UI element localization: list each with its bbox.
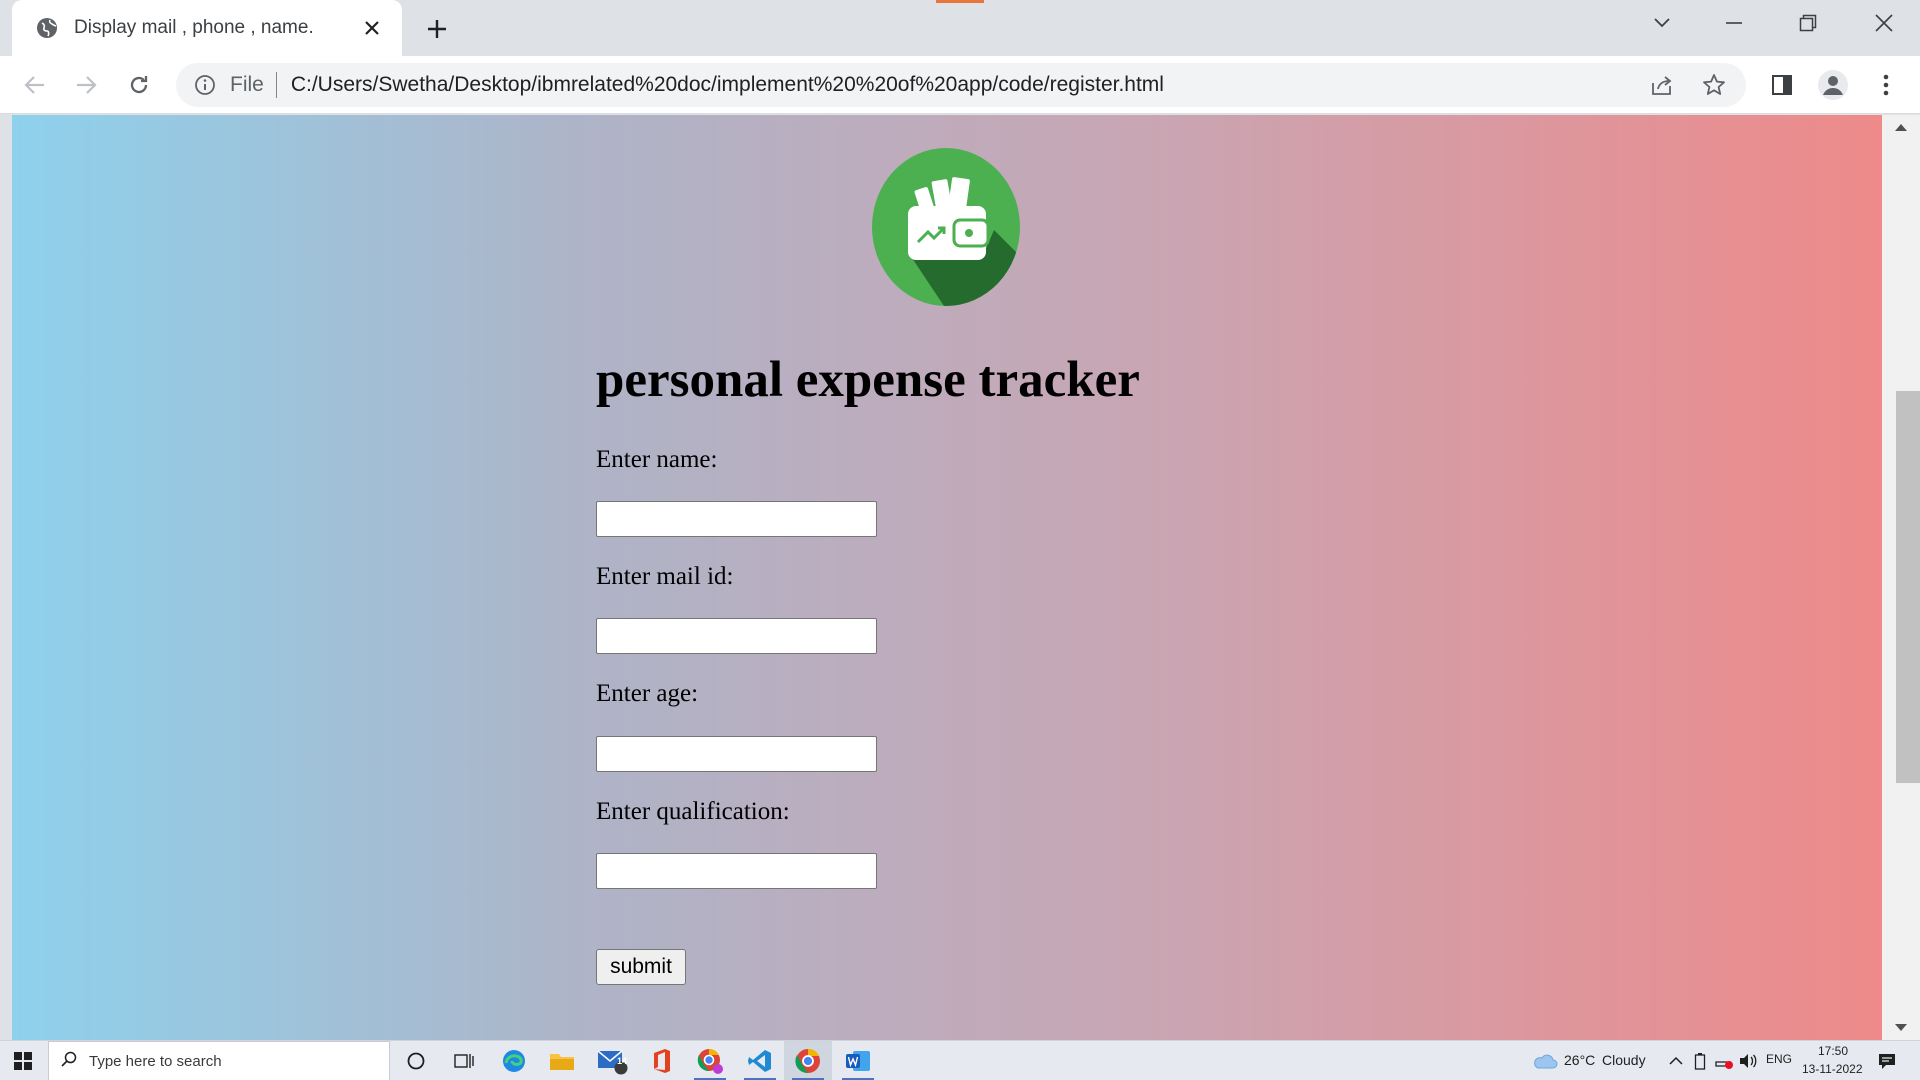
scroll-down-icon[interactable]	[1882, 1016, 1920, 1040]
age-label: Enter age:	[596, 680, 699, 707]
reload-button[interactable]	[121, 67, 157, 103]
url-text[interactable]: C:/Users/Swetha/Desktop/ibmrelated%20doc…	[291, 73, 1164, 97]
page-viewport: personal expense tracker Enter name: Ent…	[12, 115, 1882, 1040]
plus-icon	[428, 20, 446, 38]
taskbar: Type here to search 14 26°C Cloudy ENG 1…	[0, 1040, 1920, 1080]
close-tab-icon[interactable]	[358, 14, 386, 42]
tab-title: Display mail , phone , name.	[74, 17, 314, 38]
word-icon[interactable]	[834, 1041, 882, 1080]
volume-icon[interactable]	[1738, 1051, 1758, 1071]
submit-button[interactable]: submit	[596, 949, 686, 985]
notification-icon[interactable]	[1876, 1051, 1898, 1071]
address-bar[interactable]: File C:/Users/Swetha/Desktop/ibmrelated%…	[176, 63, 1746, 107]
menu-button[interactable]	[1868, 67, 1904, 103]
tab-strip: Display mail , phone , name.	[0, 0, 1920, 56]
windows-start-icon[interactable]	[0, 1041, 46, 1080]
info-icon[interactable]	[192, 72, 218, 98]
vscode-icon[interactable]	[736, 1041, 784, 1080]
task-view-icon[interactable]	[440, 1041, 488, 1080]
reload-icon	[130, 76, 148, 94]
weather-temp[interactable]: 26°C	[1564, 1052, 1595, 1068]
forward-button[interactable]	[68, 67, 104, 103]
more-vertical-icon	[1883, 74, 1889, 96]
chevron-up-icon[interactable]	[1666, 1051, 1686, 1071]
arrow-right-icon	[77, 76, 97, 94]
chrome-icon[interactable]	[784, 1041, 832, 1080]
page-scrollbar[interactable]	[1882, 115, 1920, 1040]
taskbar-search-box[interactable]: Type here to search	[48, 1041, 390, 1080]
side-panel-icon	[1772, 75, 1792, 95]
window-accent-bar	[936, 0, 984, 3]
battery-icon[interactable]	[1690, 1051, 1710, 1071]
weather-cloud-icon[interactable]	[1532, 1051, 1558, 1071]
age-input[interactable]	[596, 736, 877, 772]
name-input[interactable]	[596, 501, 877, 537]
restore-button[interactable]	[1778, 0, 1838, 46]
edge-icon[interactable]	[490, 1041, 538, 1080]
chrome-profile-icon[interactable]	[686, 1041, 734, 1080]
page-title: personal expense tracker	[596, 352, 1140, 408]
minimize-icon	[1726, 22, 1742, 24]
new-tab-button[interactable]	[420, 12, 454, 46]
language-indicator[interactable]: ENG	[1766, 1052, 1792, 1066]
network-icon[interactable]	[1714, 1051, 1734, 1071]
qualification-input[interactable]	[596, 853, 877, 889]
close-icon	[1875, 14, 1893, 32]
restore-icon	[1799, 14, 1817, 32]
clock-time[interactable]: 17:50	[1818, 1044, 1848, 1058]
omnibox-divider	[275, 72, 277, 98]
side-panel-button[interactable]	[1764, 67, 1800, 103]
browser-tab[interactable]: Display mail , phone , name.	[12, 0, 402, 56]
close-window-button[interactable]	[1854, 0, 1914, 46]
minimize-button[interactable]	[1704, 0, 1764, 46]
globe-icon	[34, 15, 60, 41]
clock-date[interactable]: 13-11-2022	[1802, 1062, 1863, 1076]
back-button[interactable]	[17, 67, 53, 103]
avatar-icon	[1818, 70, 1848, 100]
share-icon[interactable]	[1644, 67, 1680, 103]
search-icon	[61, 1051, 77, 1072]
chevron-down-icon	[1654, 18, 1670, 28]
office-icon[interactable]	[638, 1041, 686, 1080]
mail-label: Enter mail id:	[596, 563, 734, 590]
weather-text[interactable]: Cloudy	[1602, 1052, 1646, 1068]
tab-search-button[interactable]	[1632, 0, 1692, 46]
cortana-icon[interactable]	[392, 1041, 440, 1080]
mail-icon[interactable]: 14	[588, 1041, 636, 1080]
scroll-up-icon[interactable]	[1882, 115, 1920, 139]
scheme-label: File	[230, 73, 264, 96]
qualification-label: Enter qualification:	[596, 798, 790, 825]
search-placeholder: Type here to search	[89, 1052, 222, 1070]
arrow-left-icon	[24, 76, 44, 94]
name-label: Enter name:	[596, 446, 718, 473]
mail-badge: 14	[617, 1056, 628, 1066]
file-explorer-icon[interactable]	[538, 1041, 586, 1080]
bookmark-star-icon[interactable]	[1696, 67, 1732, 103]
profile-button[interactable]	[1815, 67, 1851, 103]
wallet-icon	[872, 148, 1020, 306]
mail-input[interactable]	[596, 618, 877, 654]
browser-toolbar: File C:/Users/Swetha/Desktop/ibmrelated%…	[0, 56, 1920, 114]
scroll-thumb[interactable]	[1896, 391, 1920, 783]
